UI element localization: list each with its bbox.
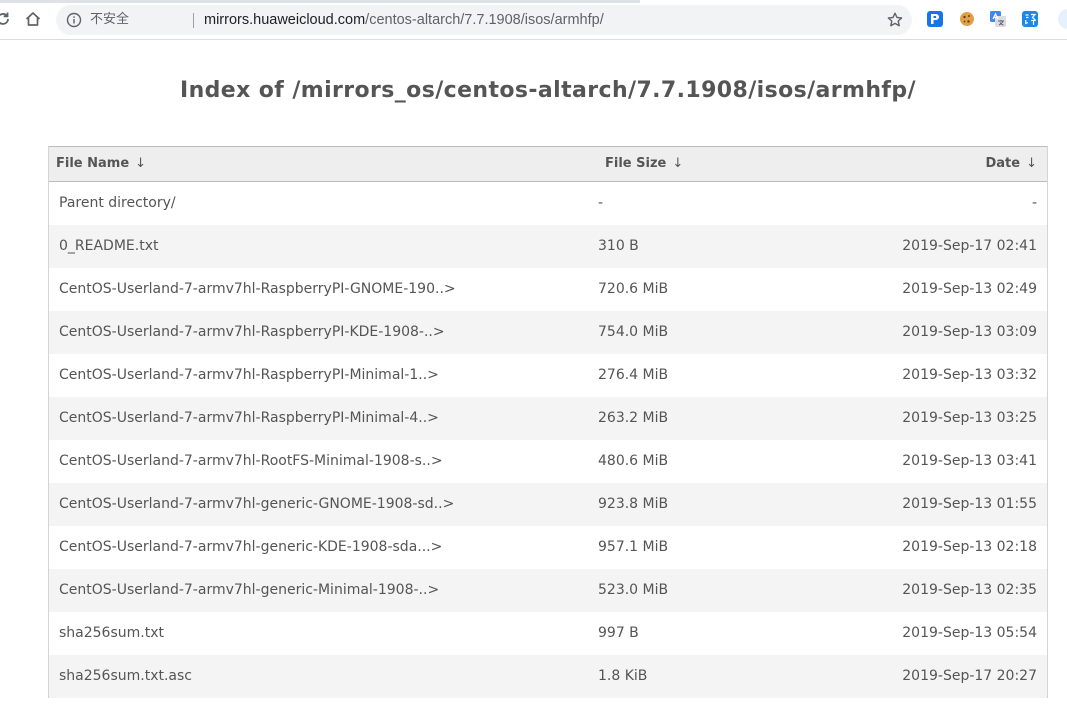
table-row: sha256sum.txt 997 B 2019-Sep-13 05:54 xyxy=(49,612,1047,655)
file-name-link[interactable]: sha256sum.txt.asc xyxy=(59,655,192,698)
file-size: 276.4 MiB xyxy=(598,367,669,383)
file-name-link[interactable]: CentOS-Userland-7-armv7hl-generic-Minima… xyxy=(59,569,439,612)
security-status-label[interactable]: 不安全 xyxy=(90,12,129,28)
file-date: 2019-Sep-13 03:09 xyxy=(902,324,1037,340)
file-size: 720.6 MiB xyxy=(598,281,669,297)
info-icon[interactable] xyxy=(66,12,82,28)
table-row: Parent directory/ - - xyxy=(49,182,1047,225)
table-row: CentOS-Userland-7-armv7hl-RaspberryPI-KD… xyxy=(49,311,1047,354)
file-date: 2019-Sep-13 02:35 xyxy=(902,582,1037,598)
file-listing-table: File Name ↓ File Size ↓ Date ↓ Parent direc… xyxy=(48,146,1048,698)
file-date: - xyxy=(1031,195,1037,211)
file-date: 2019-Sep-13 03:32 xyxy=(902,367,1037,383)
file-size: 1.8 KiB xyxy=(598,668,648,684)
table-header: File Name ↓ File Size ↓ Date ↓ xyxy=(49,146,1047,182)
column-header-file-name[interactable]: File Name ↓ xyxy=(56,147,146,181)
table-row: CentOS-Userland-7-armv7hl-generic-GNOME-… xyxy=(49,483,1047,526)
tab-strip xyxy=(0,0,640,3)
file-size: 310 B xyxy=(598,238,639,254)
translator-yi-icon[interactable] xyxy=(1022,11,1038,27)
file-size: 997 B xyxy=(598,625,639,641)
table-row: 0_README.txt 310 B 2019-Sep-17 02:41 xyxy=(49,225,1047,268)
table-row: CentOS-Userland-7-armv7hl-RaspberryPI-Mi… xyxy=(49,397,1047,440)
file-size: - xyxy=(598,195,604,211)
cookie-icon[interactable] xyxy=(959,11,975,27)
file-size: 923.8 MiB xyxy=(598,496,669,512)
browser-toolbar: 不安全 mirrors.huaweicloud.com/centos-altar… xyxy=(0,0,1067,40)
table-row: sha256sum.txt.asc 1.8 KiB 2019-Sep-17 20… xyxy=(49,655,1047,698)
reload-icon xyxy=(0,12,9,25)
column-header-label: Date xyxy=(985,156,1021,171)
file-size: 263.2 MiB xyxy=(598,410,669,426)
table-row: CentOS-Userland-7-armv7hl-RootFS-Minimal… xyxy=(49,440,1047,483)
url-path: /centos-altarch/7.7.1908/isos/armhfp/ xyxy=(365,12,604,28)
translate-icon[interactable] xyxy=(990,11,1006,27)
file-size: 523.0 MiB xyxy=(598,582,669,598)
file-date: 2019-Sep-13 05:54 xyxy=(902,625,1037,641)
home-button[interactable] xyxy=(22,8,44,30)
file-name-link[interactable]: CentOS-Userland-7-armv7hl-RaspberryPI-Mi… xyxy=(59,397,439,440)
file-name-link[interactable]: 0_README.txt xyxy=(59,225,158,268)
address-bar[interactable]: 不安全 mirrors.huaweicloud.com/centos-altar… xyxy=(56,5,912,35)
omnibox-divider xyxy=(193,13,194,28)
file-name-link[interactable]: Parent directory/ xyxy=(59,182,176,225)
column-header-label: File Name xyxy=(56,156,130,171)
column-header-file-size[interactable]: File Size ↓ xyxy=(605,147,683,181)
table-body: Parent directory/ - - 0_README.txt 310 B… xyxy=(49,182,1047,698)
sort-arrow-icon: ↓ xyxy=(135,156,147,171)
table-row: CentOS-Userland-7-armv7hl-RaspberryPI-Mi… xyxy=(49,354,1047,397)
file-name-link[interactable]: CentOS-Userland-7-armv7hl-RaspberryPI-Mi… xyxy=(59,354,439,397)
home-icon xyxy=(25,12,41,26)
file-name-link[interactable]: CentOS-Userland-7-armv7hl-RaspberryPI-KD… xyxy=(59,311,445,354)
file-size: 754.0 MiB xyxy=(598,324,669,340)
file-size: 957.1 MiB xyxy=(598,539,669,555)
table-row: CentOS-Userland-7-armv7hl-RaspberryPI-GN… xyxy=(49,268,1047,311)
file-date: 2019-Sep-17 02:41 xyxy=(902,238,1037,254)
reload-button[interactable] xyxy=(0,8,14,30)
file-date: 2019-Sep-13 02:18 xyxy=(902,539,1037,555)
file-name-link[interactable]: sha256sum.txt xyxy=(59,612,164,655)
table-row: CentOS-Userland-7-armv7hl-generic-KDE-19… xyxy=(49,526,1047,569)
file-date: 2019-Sep-13 03:41 xyxy=(902,453,1037,469)
page-title: Index of /mirrors_os/centos-altarch/7.7.… xyxy=(180,78,916,103)
url-host: mirrors.huaweicloud.com xyxy=(204,12,366,28)
url-text[interactable]: mirrors.huaweicloud.com/centos-altarch/7… xyxy=(204,12,604,28)
profile-button-edge[interactable] xyxy=(1058,9,1067,29)
file-name-link[interactable]: CentOS-Userland-7-armv7hl-generic-GNOME-… xyxy=(59,483,454,526)
sort-arrow-icon: ↓ xyxy=(672,156,684,171)
file-size: 480.6 MiB xyxy=(598,453,669,469)
column-header-date[interactable]: Date ↓ xyxy=(985,147,1037,181)
file-name-link[interactable]: CentOS-Userland-7-armv7hl-RootFS-Minimal… xyxy=(59,440,443,483)
extension-p-icon[interactable] xyxy=(927,11,943,27)
sort-arrow-icon: ↓ xyxy=(1026,156,1037,171)
file-date: 2019-Sep-13 01:55 xyxy=(902,496,1037,512)
file-date: 2019-Sep-13 02:49 xyxy=(902,281,1037,297)
file-name-link[interactable]: CentOS-Userland-7-armv7hl-RaspberryPI-GN… xyxy=(59,268,456,311)
table-row: CentOS-Userland-7-armv7hl-generic-Minima… xyxy=(49,569,1047,612)
star-icon[interactable] xyxy=(886,11,904,29)
file-name-link[interactable]: CentOS-Userland-7-armv7hl-generic-KDE-19… xyxy=(59,526,442,569)
file-date: 2019-Sep-17 20:27 xyxy=(902,668,1037,684)
column-header-label: File Size xyxy=(605,156,667,171)
file-date: 2019-Sep-13 03:25 xyxy=(902,410,1037,426)
